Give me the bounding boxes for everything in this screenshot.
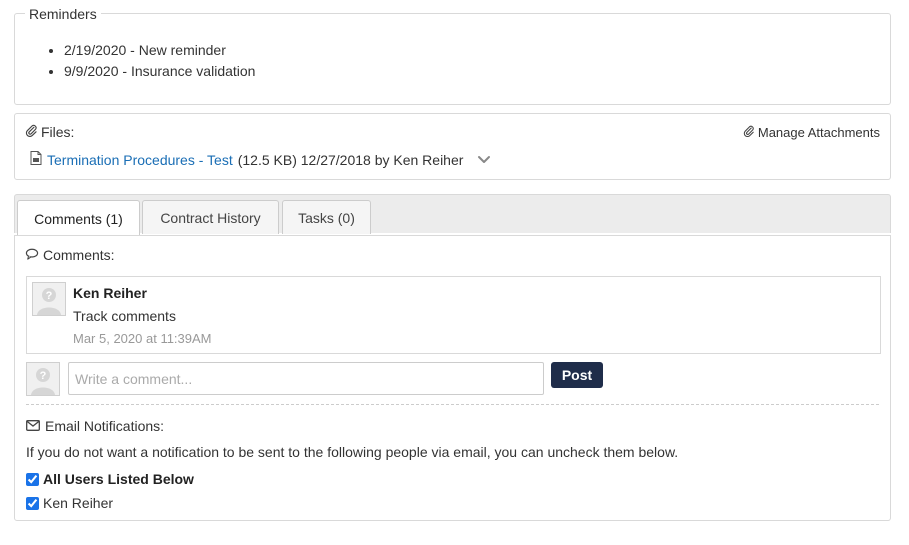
notify-user-row[interactable]: Ken Reiher xyxy=(26,495,113,511)
reminder-item: 2/19/2020 - New reminder xyxy=(64,40,255,61)
comment-item: ? Ken Reiher Track comments Mar 5, 2020 … xyxy=(26,276,881,354)
email-heading-label: Email Notifications: xyxy=(45,418,165,434)
comments-panel: Comments: ? Ken Reiher Track comments Ma… xyxy=(14,235,891,521)
file-meta: (12.5 KB) 12/27/2018 by Ken Reiher xyxy=(237,151,464,168)
reminders-panel: Reminders 2/19/2020 - New reminder 9/9/2… xyxy=(14,6,891,105)
manage-attachments-link[interactable]: Manage Attachments xyxy=(743,125,880,140)
tab-comments[interactable]: Comments (1) xyxy=(17,200,140,236)
comments-icon xyxy=(25,247,39,263)
files-panel: Files: Manage Attachments Termination Pr… xyxy=(14,113,891,180)
reminder-item: 9/9/2020 - Insurance validation xyxy=(64,61,255,82)
comment-text: Track comments xyxy=(73,308,176,324)
email-description: If you do not want a notification to be … xyxy=(26,444,679,460)
file-row: Termination Procedures - Test (12.5 KB) … xyxy=(30,151,491,168)
email-notifications-heading: Email Notifications: xyxy=(26,418,164,434)
comment-input[interactable] xyxy=(68,362,544,395)
paperclip-icon xyxy=(743,125,755,140)
svg-text:?: ? xyxy=(46,290,53,302)
comment-author: Ken Reiher xyxy=(73,285,147,301)
paperclip-icon xyxy=(25,124,38,140)
notify-user-label: Ken Reiher xyxy=(43,495,114,511)
reminders-list: 2/19/2020 - New reminder 9/9/2020 - Insu… xyxy=(15,40,255,82)
notify-all-checkbox[interactable] xyxy=(26,472,39,486)
comment-timestamp: Mar 5, 2020 at 11:39AM xyxy=(73,331,212,346)
chevron-down-icon[interactable] xyxy=(477,152,491,168)
avatar: ? xyxy=(32,282,66,316)
file-link[interactable]: Termination Procedures - Test xyxy=(47,152,233,168)
comments-heading-label: Comments: xyxy=(43,247,115,263)
files-label: Files: xyxy=(41,124,75,140)
files-heading: Files: xyxy=(25,124,74,140)
file-icon xyxy=(30,151,42,168)
tab-tasks[interactable]: Tasks (0) xyxy=(282,200,371,234)
tab-contract-history[interactable]: Contract History xyxy=(142,200,279,234)
manage-attachments-label: Manage Attachments xyxy=(757,125,880,140)
comments-heading: Comments: xyxy=(25,247,115,263)
notify-all-row[interactable]: All Users Listed Below xyxy=(26,471,194,487)
divider xyxy=(26,404,879,405)
reminders-title: Reminders xyxy=(25,6,101,22)
post-button[interactable]: Post xyxy=(551,362,603,388)
notify-user-checkbox[interactable] xyxy=(26,496,39,510)
tab-bar: Comments (1) Contract History Tasks (0) xyxy=(14,194,891,236)
avatar: ? xyxy=(26,362,60,396)
notify-all-label: All Users Listed Below xyxy=(43,471,194,487)
svg-text:?: ? xyxy=(40,370,47,382)
envelope-icon xyxy=(26,418,40,434)
